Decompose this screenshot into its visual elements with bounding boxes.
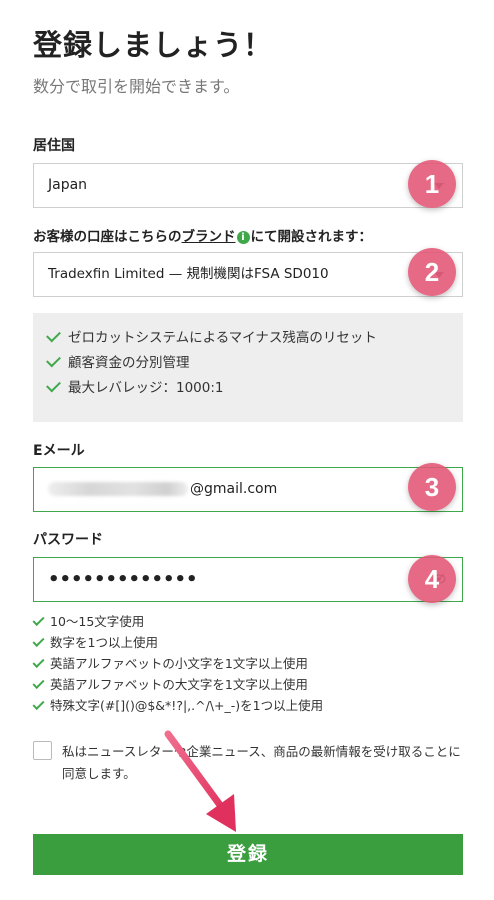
residence-label: 居住国 <box>33 138 75 154</box>
blurred-email-local-part <box>48 482 188 496</box>
entity-select[interactable]: Tradexfin Limited — 規制機関はFSA SD010 <box>33 252 463 297</box>
country-select-value: Japan <box>48 177 88 193</box>
info-icon[interactable]: i <box>236 230 250 244</box>
password-rule-text: 数字を1つ以上使用 <box>50 635 158 650</box>
page-subtitle: 数分で取引を開始できます。 <box>33 77 240 96</box>
newsletter-consent-text: 私はニュースレターや企業ニュース、商品の最新情報を受け取ることに同意します。 <box>62 744 461 781</box>
password-rule: 英語アルファベットの小文字を1文字以上使用 <box>32 653 473 674</box>
page-title: 登録しましょう！ <box>33 28 274 62</box>
feature-text: 最大レバレッジ：1000:1 <box>68 380 224 396</box>
country-select[interactable]: Japan <box>33 163 463 208</box>
email-field[interactable]: @gmail.com <box>33 467 463 512</box>
features-box: ゼロカットシステムによるマイナス残高のリセット 顧客資金の分別管理 最大レバレッ… <box>33 313 463 422</box>
password-rule: 10～15文字使用 <box>32 611 473 632</box>
password-rule-text: 英語アルファベットの小文字を1文字以上使用 <box>50 656 308 671</box>
check-icon <box>32 655 45 669</box>
account-brand-label: お客様の口座はこちらのブランド i にて開設されます： <box>33 225 372 245</box>
step-badge-2: 2 <box>408 248 456 296</box>
step-badge-4: 4 <box>408 555 456 603</box>
check-icon <box>32 613 45 627</box>
password-label: パスワード <box>33 532 103 548</box>
password-rule-text: 特殊文字(#[]()@$&*!?|,.^/\+_-)を1つ以上使用 <box>50 698 324 713</box>
email-domain: @gmail.com <box>190 481 278 497</box>
password-rule: 数字を1つ以上使用 <box>32 632 473 653</box>
password-field[interactable]: ••••••••••••• <box>33 557 463 602</box>
password-rule-text: 英語アルファベットの大文字を1文字以上使用 <box>50 677 308 692</box>
account-label-prefix: お客様の口座はこちらの <box>33 229 182 245</box>
newsletter-checkbox[interactable] <box>33 741 52 760</box>
email-label: Eメール <box>33 443 85 459</box>
feature-item: 顧客資金の分別管理 <box>46 351 463 376</box>
feature-text: ゼロカットシステムによるマイナス残高のリセット <box>68 330 377 346</box>
feature-text: 顧客資金の分別管理 <box>68 355 190 371</box>
register-button[interactable]: 登録 <box>33 834 463 875</box>
step-badge-1: 1 <box>408 160 456 208</box>
password-rule-text: 10～15文字使用 <box>50 614 145 629</box>
feature-item: 最大レバレッジ：1000:1 <box>46 376 463 401</box>
password-mask: ••••••••••••• <box>48 569 198 590</box>
entity-select-value: Tradexfin Limited — 規制機関はFSA SD010 <box>48 266 329 282</box>
password-rules: 10～15文字使用 数字を1つ以上使用 英語アルファベットの小文字を1文字以上使… <box>32 611 473 716</box>
check-icon <box>32 634 45 648</box>
account-label-suffix: にて開設されます： <box>250 229 373 245</box>
password-rule: 特殊文字(#[]()@$&*!?|,.^/\+_-)を1つ以上使用 <box>32 695 473 716</box>
check-icon <box>46 327 61 343</box>
step-badge-3: 3 <box>408 463 456 511</box>
check-icon <box>46 377 61 393</box>
check-icon <box>32 697 45 711</box>
check-icon <box>32 676 45 690</box>
check-icon <box>46 352 61 368</box>
brand-link[interactable]: ブランド <box>182 229 236 245</box>
password-rule: 英語アルファベットの大文字を1文字以上使用 <box>32 674 473 695</box>
feature-item: ゼロカットシステムによるマイナス残高のリセット <box>46 326 463 351</box>
pointer-arrow-icon <box>164 730 236 832</box>
